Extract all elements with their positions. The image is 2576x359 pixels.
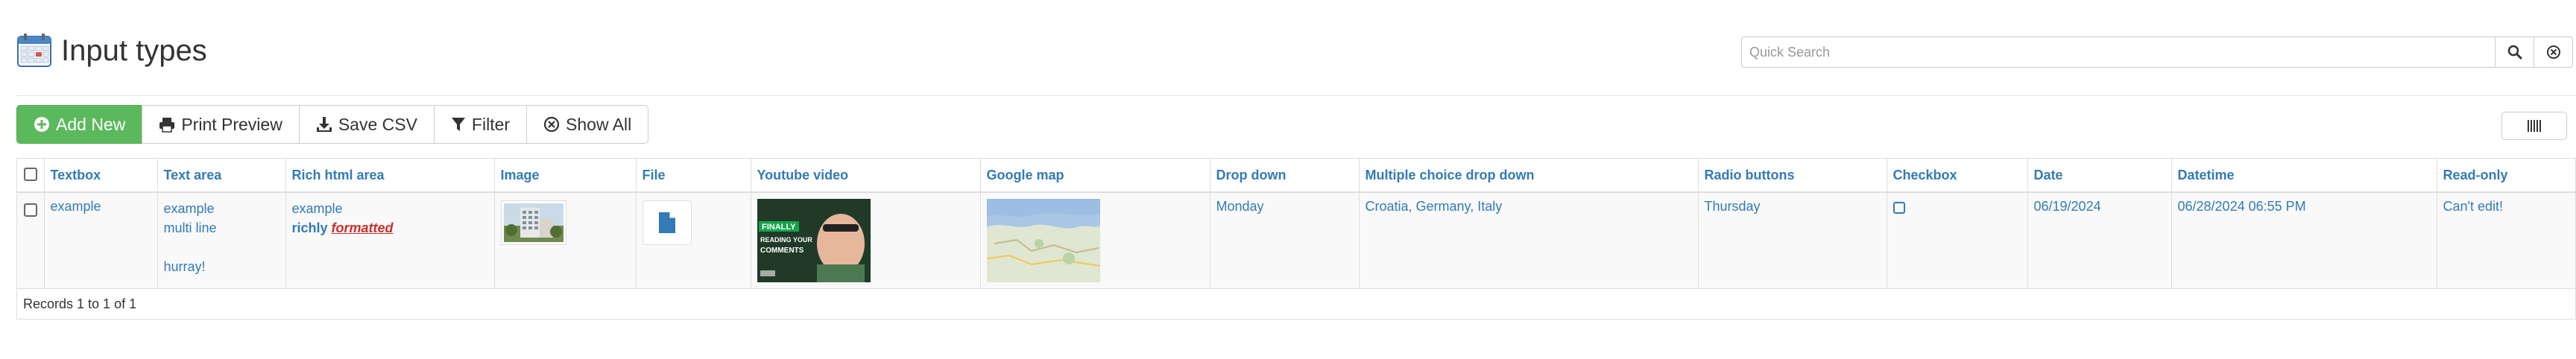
print-icon — [160, 118, 175, 133]
cell-google-map[interactable] — [979, 192, 1210, 289]
toolbar: Add New Print Preview Save CSV Filter Sh… — [16, 105, 649, 144]
calendar-icon — [16, 33, 52, 69]
column-header[interactable]: File — [635, 159, 751, 193]
cell-file[interactable] — [635, 192, 751, 289]
map-thumbnail[interactable] — [986, 199, 1100, 282]
video-caption-2: READING YOUR — [760, 236, 812, 244]
search-button[interactable] — [2496, 36, 2534, 68]
rich-bold-text: richly — [291, 220, 328, 235]
file-button[interactable] — [642, 200, 692, 245]
show-all-button[interactable]: Show All — [526, 105, 649, 144]
cell-rich-html[interactable]: example richly formatted — [285, 192, 494, 289]
checkbox-value[interactable] — [1892, 202, 1905, 214]
column-header[interactable]: Multiple choice drop down — [1358, 159, 1698, 193]
rich-text-line: example — [291, 201, 343, 216]
search-icon — [2507, 45, 2522, 60]
column-header[interactable]: Youtube video — [750, 159, 980, 193]
image-thumbnail[interactable] — [500, 200, 566, 245]
save-csv-label: Save CSV — [338, 114, 417, 134]
cell-datetime[interactable]: 06/28/2024 06:55 PM — [2171, 192, 2437, 289]
cell-youtube[interactable]: FINALLY READING YOUR COMMENTS — [750, 192, 980, 289]
select-all-cell — [17, 159, 44, 193]
cell-textarea[interactable]: example multi line hurray! — [157, 192, 285, 289]
cancel-circle-icon — [543, 116, 560, 133]
clear-icon — [2546, 45, 2560, 59]
column-header[interactable]: Date — [2027, 159, 2171, 193]
column-header[interactable]: Rich html area — [285, 159, 494, 193]
datetime-value[interactable]: 06/28/2024 06:55 PM — [2178, 199, 2306, 214]
column-header[interactable]: Drop down — [1209, 159, 1359, 193]
cell-textbox[interactable]: example — [43, 192, 157, 289]
download-icon — [316, 117, 332, 132]
records-count: Records 1 to 1 of 1 — [23, 296, 137, 311]
textarea-line: hurray! — [163, 259, 206, 274]
row-checkbox[interactable] — [23, 203, 37, 217]
readonly-value[interactable]: Can't edit! — [2443, 199, 2503, 214]
textarea-line — [164, 238, 280, 257]
print-preview-label: Print Preview — [181, 114, 282, 134]
save-csv-button[interactable]: Save CSV — [298, 105, 435, 144]
video-caption-1: FINALLY — [762, 223, 796, 232]
multi-choice-value[interactable]: Croatia, Germany, Italy — [1366, 199, 1503, 214]
row-select-cell — [17, 192, 44, 289]
cell-multi-choice[interactable]: Croatia, Germany, Italy — [1358, 192, 1698, 289]
column-header[interactable]: Textbox — [43, 159, 157, 193]
rich-formatted-text: formatted — [331, 220, 394, 235]
date-value[interactable]: 06/19/2024 — [2034, 199, 2101, 214]
page: Input types Add New Print Preview Save C… — [0, 0, 2576, 359]
page-title: Input types — [61, 34, 207, 67]
column-header[interactable]: Image — [493, 159, 636, 193]
radio-value[interactable]: Thursday — [1705, 199, 1761, 214]
show-all-label: Show All — [566, 114, 632, 134]
column-header[interactable]: Datetime — [2171, 159, 2437, 193]
column-header[interactable]: Read-only — [2436, 159, 2575, 193]
column-header[interactable]: Radio buttons — [1697, 159, 1887, 193]
plus-circle-icon — [34, 117, 49, 132]
cell-date[interactable]: 06/19/2024 — [2027, 192, 2171, 289]
add-new-button[interactable]: Add New — [16, 105, 143, 144]
textarea-line: example — [163, 201, 215, 216]
select-all-checkbox[interactable] — [23, 167, 37, 181]
records-footer: Records 1 to 1 of 1 — [17, 289, 2575, 319]
filter-icon — [451, 118, 465, 131]
cell-checkbox[interactable] — [1886, 192, 2027, 289]
textbox-value[interactable]: example — [51, 199, 101, 214]
column-header[interactable]: Text area — [157, 159, 285, 193]
rich-text-line: richly formatted — [292, 218, 488, 238]
add-new-label: Add New — [56, 114, 126, 134]
records-table: Textbox Text area Rich html area Image F… — [16, 158, 2576, 320]
cell-dropdown[interactable]: Monday — [1209, 192, 1359, 289]
filter-button[interactable]: Filter — [433, 105, 528, 144]
header-divider — [16, 95, 2576, 96]
columns-icon — [2528, 120, 2541, 132]
clear-search-button[interactable] — [2534, 36, 2573, 68]
column-header[interactable]: Checkbox — [1886, 159, 2027, 193]
print-preview-button[interactable]: Print Preview — [142, 105, 300, 144]
table-row[interactable]: example example multi line hurray! examp… — [17, 192, 2575, 289]
textarea-line: multi line — [163, 220, 217, 235]
cell-radio[interactable]: Thursday — [1697, 192, 1887, 289]
youtube-thumbnail[interactable]: FINALLY READING YOUR COMMENTS — [757, 199, 871, 282]
column-header[interactable]: Google map — [979, 159, 1210, 193]
file-icon — [658, 212, 675, 233]
cell-image[interactable] — [493, 192, 636, 289]
page-header: Input types — [16, 33, 207, 69]
columns-button[interactable] — [2501, 112, 2567, 140]
video-caption-3: COMMENTS — [760, 247, 804, 255]
cell-readonly[interactable]: Can't edit! — [2436, 192, 2575, 289]
quick-search — [1741, 36, 2576, 68]
filter-label: Filter — [471, 114, 511, 134]
dropdown-value[interactable]: Monday — [1216, 199, 1264, 214]
search-input[interactable] — [1741, 36, 2496, 68]
header-row: Textbox Text area Rich html area Image F… — [17, 159, 2575, 193]
